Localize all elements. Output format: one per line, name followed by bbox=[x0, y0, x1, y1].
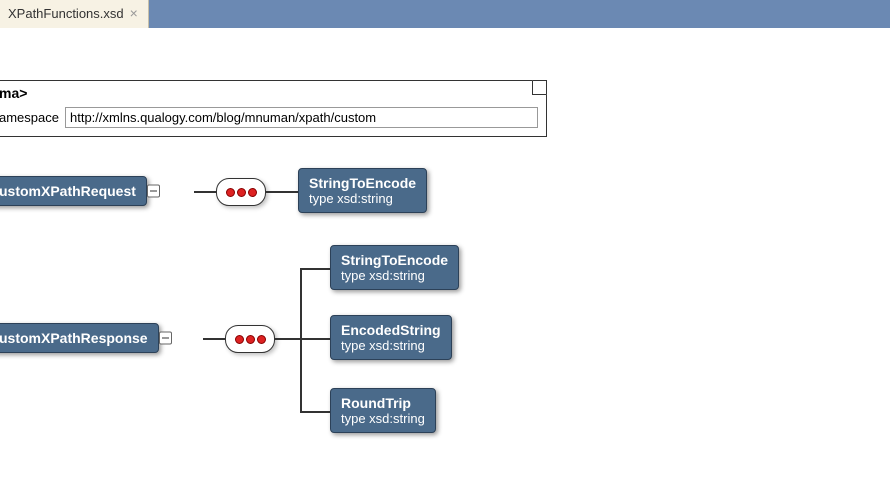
close-icon[interactable]: × bbox=[130, 6, 138, 20]
field-stringtoencode[interactable]: StringToEncode type xsd:string bbox=[330, 245, 459, 290]
sequence-dot-icon bbox=[237, 188, 246, 197]
schema-canvas[interactable]: ma> amespace ustomXPathRequest StringToE… bbox=[0, 28, 890, 500]
element-name: ustomXPathRequest bbox=[0, 183, 136, 199]
field-name: StringToEncode bbox=[309, 175, 416, 191]
connector-line bbox=[194, 191, 216, 193]
sequence-dot-icon bbox=[235, 335, 244, 344]
field-roundtrip[interactable]: RoundTrip type xsd:string bbox=[330, 388, 436, 433]
sequence-dot-icon bbox=[257, 335, 266, 344]
tab-bar: XPathFunctions.xsd × bbox=[0, 0, 890, 28]
connector-line bbox=[203, 338, 225, 340]
tab-file[interactable]: XPathFunctions.xsd × bbox=[0, 0, 149, 28]
element-customxpathresponse[interactable]: ustomXPathResponse bbox=[0, 323, 159, 353]
sequence-dot-icon bbox=[246, 335, 255, 344]
sequence-dot-icon bbox=[248, 188, 257, 197]
connector-line bbox=[300, 411, 330, 413]
field-type: type xsd:string bbox=[341, 338, 441, 353]
field-stringtoencode-req[interactable]: StringToEncode type xsd:string bbox=[298, 168, 427, 213]
connector-line bbox=[300, 268, 330, 270]
field-type: type xsd:string bbox=[341, 268, 448, 283]
connector-vline bbox=[300, 268, 302, 413]
element-name: ustomXPathResponse bbox=[0, 330, 148, 346]
sequence-node[interactable] bbox=[216, 178, 266, 206]
schema-header-box[interactable]: ma> amespace bbox=[0, 80, 547, 137]
field-name: StringToEncode bbox=[341, 252, 448, 268]
field-name: RoundTrip bbox=[341, 395, 425, 411]
expand-toggle-icon[interactable] bbox=[159, 332, 172, 345]
expand-toggle-icon[interactable] bbox=[147, 185, 160, 198]
field-type: type xsd:string bbox=[309, 191, 416, 206]
element-customxpathrequest[interactable]: ustomXPathRequest bbox=[0, 176, 147, 206]
field-name: EncodedString bbox=[341, 322, 441, 338]
schema-title: ma> bbox=[0, 81, 546, 103]
field-type: type xsd:string bbox=[341, 411, 425, 426]
namespace-label: amespace bbox=[0, 110, 59, 125]
field-encodedstring[interactable]: EncodedString type xsd:string bbox=[330, 315, 452, 360]
connector-line bbox=[300, 338, 330, 340]
sequence-node[interactable] bbox=[225, 325, 275, 353]
sequence-dot-icon bbox=[226, 188, 235, 197]
namespace-input[interactable] bbox=[65, 107, 538, 128]
connector-line bbox=[266, 191, 298, 193]
connector-line bbox=[275, 338, 301, 340]
tab-label: XPathFunctions.xsd bbox=[8, 6, 124, 21]
